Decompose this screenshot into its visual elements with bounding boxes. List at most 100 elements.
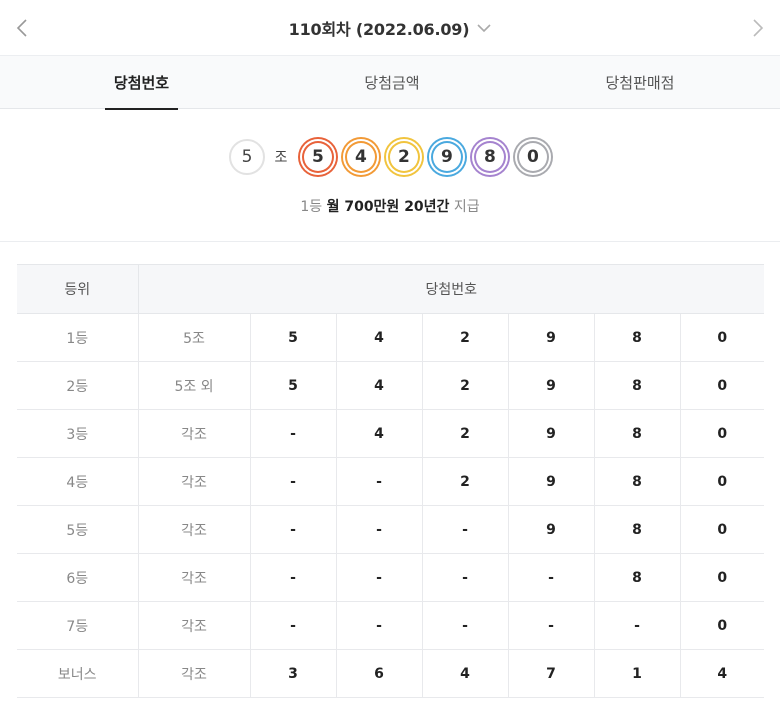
digit-cell: 8	[594, 409, 681, 458]
number-ball: 0	[514, 139, 551, 175]
group-cell: 각조	[138, 649, 251, 698]
prize-amount: 월 700만원 20년간	[326, 199, 450, 215]
round-dropdown[interactable]: 110회차 (2022.06.09)	[0, 0, 780, 55]
tab-winning-stores[interactable]: 당첨판매점	[591, 56, 689, 109]
table-row: 4등 각조 - -2 9 8 0	[17, 457, 765, 506]
digit-cell: 0	[680, 409, 765, 458]
digit-cell: 9	[508, 505, 595, 554]
digit-cell: -	[508, 601, 595, 650]
group-cell: 각조	[138, 457, 251, 506]
digit-cell: 8	[594, 457, 681, 506]
digit-cell: -	[336, 553, 423, 602]
digit-cell: -	[422, 505, 509, 554]
digit-cell: 8	[594, 505, 681, 554]
group-cell: 5조 외	[138, 361, 251, 410]
number-ball: 2	[385, 139, 422, 175]
winning-number-balls: 5 조 5 4 2 9 8 0	[0, 136, 780, 178]
rank-cell: 6등	[17, 553, 139, 602]
digit-cell: 2	[422, 457, 509, 506]
digit-cell: 0	[680, 361, 765, 410]
table-row: 3등 각조 -4 2 9 8 0	[17, 409, 765, 458]
digit-cell: 5	[250, 313, 337, 362]
digit-cell: -	[250, 457, 337, 506]
digit-cell: -	[336, 601, 423, 650]
rank-cell: 1등	[17, 313, 139, 362]
rank-column-header: 등위	[17, 264, 139, 314]
rank-cell: 7등	[17, 601, 139, 650]
round-header: 110회차 (2022.06.09)	[0, 0, 780, 55]
number-ball: 5	[299, 139, 336, 175]
digit-cell: -	[336, 457, 423, 506]
digit-cell: 4	[336, 409, 423, 458]
numbers-column-header: 당첨번호	[138, 264, 765, 314]
digit-cell: 2	[422, 313, 509, 362]
digit-cell: 5	[250, 361, 337, 410]
table-row: 6등 각조 - - - -8 0	[17, 553, 765, 602]
digit-cell: -	[250, 601, 337, 650]
digit-cell: -	[336, 505, 423, 554]
prize-rank: 1등	[300, 199, 323, 215]
digit-cell: 7	[508, 649, 595, 698]
number-ball: 8	[471, 139, 508, 175]
table-row: 2등 5조 외542980	[17, 361, 765, 410]
digit-cell: 9	[508, 313, 595, 362]
digit-cell: 3	[250, 649, 337, 698]
chevron-down-icon	[477, 24, 491, 33]
digit-cell: 4	[422, 649, 509, 698]
rank-table: 등위 당첨번호 1등 5조 5 4 2 9 8 0 2등 5조 외 5 4 2 9 8 0 3등 각조 -4 2 9 8 0…	[17, 264, 765, 698]
digit-cell: 2	[422, 361, 509, 410]
digit-cell: 8	[594, 313, 681, 362]
digit-cell: 6	[336, 649, 423, 698]
result-tabs: 당첨번호 당첨금액 당첨판매점	[0, 55, 780, 110]
rank-cell: 5등	[17, 505, 139, 554]
digit-cell: -	[422, 553, 509, 602]
number-ball: 9	[428, 139, 465, 175]
group-label: 조	[274, 150, 288, 166]
rank-cell: 3등	[17, 409, 139, 458]
group-cell: 각조	[138, 553, 251, 602]
table-header-row: 등위 당첨번호	[17, 264, 765, 314]
digit-cell: 1	[594, 649, 681, 698]
digit-cell: 4	[680, 649, 765, 698]
digit-cell: 9	[508, 409, 595, 458]
digit-cell: 8	[594, 553, 681, 602]
digit-cell: 2	[422, 409, 509, 458]
tab-prize-amount[interactable]: 당첨금액	[350, 56, 434, 109]
digit-cell: 4	[336, 313, 423, 362]
table-row: 1등 5조 5 4 2 9 8 0	[17, 313, 765, 362]
tab-winning-numbers[interactable]: 당첨번호	[105, 56, 178, 110]
digit-cell: 0	[680, 553, 765, 602]
next-round-button[interactable]	[744, 14, 772, 42]
digit-cell: -	[594, 601, 681, 650]
section-divider	[0, 241, 780, 242]
table-row: 7등 각조 - - - - -0	[17, 601, 765, 650]
rank-cell: 보너스	[17, 649, 139, 698]
digit-cell: 9	[508, 361, 595, 410]
prize-suffix: 지급	[453, 199, 480, 215]
digit-cell: 8	[594, 361, 681, 410]
digit-cell: -	[250, 505, 337, 554]
digit-cell: -	[250, 409, 337, 458]
digit-cell: 0	[680, 505, 765, 554]
group-cell: 5조	[138, 313, 251, 362]
digit-cell: 0	[680, 601, 765, 650]
digit-cell: -	[250, 553, 337, 602]
first-prize-description: 1등 월 700만원 20년간 지급	[0, 196, 780, 216]
digit-cell: 0	[680, 313, 765, 362]
rank-cell: 4등	[17, 457, 139, 506]
group-ball: 5	[229, 139, 266, 175]
rank-cell: 2등	[17, 361, 139, 410]
group-cell: 각조	[138, 409, 251, 458]
group-cell: 각조	[138, 505, 251, 554]
table-row: 5등 각조 - - -9 8 0	[17, 505, 765, 554]
digit-cell: 4	[336, 361, 423, 410]
digit-cell: 0	[680, 457, 765, 506]
table-row: 보너스 각조 3 6 4 7 1 4	[17, 649, 765, 698]
group-cell: 각조	[138, 601, 251, 650]
round-title: 110회차 (2022.06.09)	[288, 19, 470, 39]
digit-cell: -	[422, 601, 509, 650]
number-ball: 4	[342, 139, 379, 175]
digit-cell: -	[508, 553, 595, 602]
chevron-right-icon	[753, 19, 764, 37]
digit-cell: 9	[508, 457, 595, 506]
